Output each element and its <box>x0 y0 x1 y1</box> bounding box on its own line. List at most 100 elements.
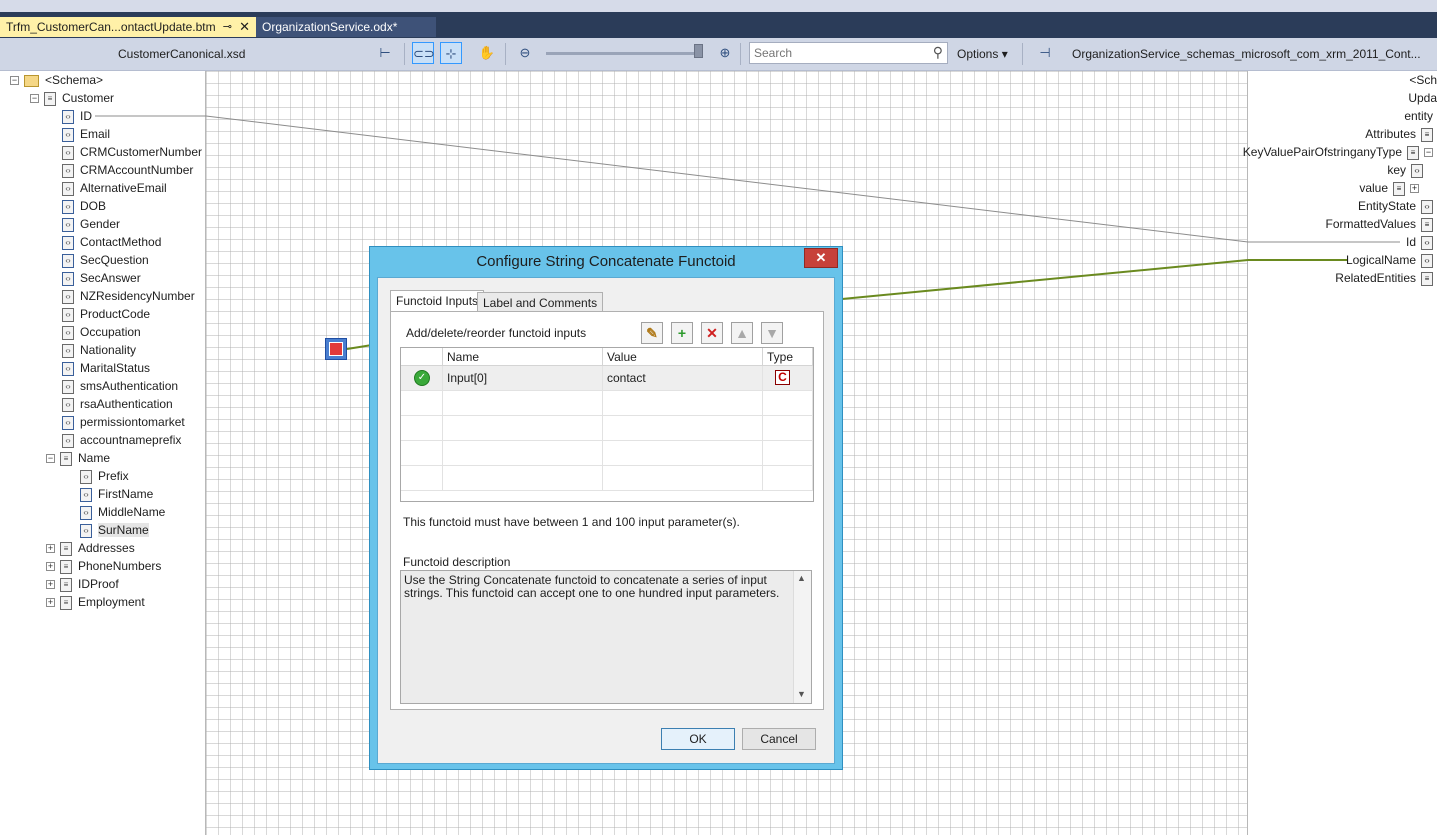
destination-tree-node[interactable]: KeyValuePairOfstringanyType ≡ − <box>1243 143 1433 161</box>
source-tree-node[interactable]: ‹› NZResidencyNumber <box>62 287 195 305</box>
source-tree-node[interactable]: ‹› smsAuthentication <box>62 377 178 395</box>
zoom-in-icon[interactable]: ⊕ <box>714 42 736 64</box>
search-icon[interactable]: ⚲ <box>933 44 943 61</box>
destination-tree-node[interactable]: RelatedEntities ≡ <box>1335 269 1433 287</box>
source-tree-node[interactable]: ‹› ProductCode <box>62 305 150 323</box>
source-tree-node[interactable]: + ≡ PhoneNumbers <box>46 557 161 575</box>
expand-icon[interactable]: + <box>46 544 55 554</box>
record-icon: ≡ <box>1421 127 1433 142</box>
source-tree-node[interactable]: ‹› AlternativeEmail <box>62 179 167 197</box>
destination-tree-node[interactable]: <Sch <box>1409 71 1437 89</box>
pan-hand-icon[interactable]: ✋ <box>476 42 498 64</box>
collapse-icon[interactable]: − <box>30 94 39 104</box>
expand-icon[interactable]: + <box>1410 184 1419 194</box>
options-dropdown[interactable]: Options ▾ <box>957 47 1008 61</box>
collapse-icon[interactable]: − <box>1424 148 1433 158</box>
tab-map-file[interactable]: Trfm_CustomerCan...ontactUpdate.btm ⊸ ✕ <box>0 17 256 37</box>
destination-tree-label: FormattedValues <box>1325 217 1417 231</box>
source-tree-node[interactable]: ‹› SurName <box>80 521 149 539</box>
destination-tree-node[interactable]: EntityState ‹› <box>1358 197 1433 215</box>
destination-tree-node[interactable]: Upda <box>1408 89 1437 107</box>
record-icon: ≡ <box>60 595 72 610</box>
source-tree-node[interactable]: ‹› accountnameprefix <box>62 431 181 449</box>
source-tree-node[interactable]: ‹› ContactMethod <box>62 233 161 251</box>
source-tree-node[interactable]: ‹› Gender <box>62 215 120 233</box>
source-tree-node[interactable]: ‹› rsaAuthentication <box>62 395 173 413</box>
zoom-out-icon[interactable]: ⊖ <box>514 42 536 64</box>
source-tree-node[interactable]: ‹› SecQuestion <box>62 251 149 269</box>
string-concatenate-functoid[interactable] <box>325 338 347 360</box>
scroll-down-icon[interactable]: ▼ <box>797 689 806 699</box>
zoom-slider-track[interactable] <box>546 52 702 55</box>
tab-orchestration[interactable]: OrganizationService.odx* <box>256 17 436 37</box>
source-tree-node[interactable]: ‹› Prefix <box>80 467 129 485</box>
search-box[interactable]: ⚲ <box>749 42 948 64</box>
source-tree-node[interactable]: − ≡ Customer <box>30 89 114 107</box>
source-tree-node[interactable]: ‹› Nationality <box>62 341 136 359</box>
link-view-icon[interactable]: ⊂⊃ <box>412 42 435 64</box>
quick-access-strip <box>0 0 1437 12</box>
move-down-icon[interactable]: ▼ <box>761 322 783 344</box>
tab-functoid-inputs[interactable]: Functoid Inputs <box>390 290 485 312</box>
destination-tree-node[interactable]: Id ‹› <box>1406 233 1433 251</box>
destination-tree-node[interactable]: key ‹› <box>1387 161 1423 179</box>
cancel-button[interactable]: Cancel <box>742 728 816 750</box>
source-tree-node[interactable]: ‹› DOB <box>62 197 106 215</box>
move-up-icon[interactable]: ▲ <box>731 322 753 344</box>
collapse-icon[interactable]: − <box>10 76 19 86</box>
close-tab-icon[interactable]: ✕ <box>239 17 250 37</box>
field-link-icon: ‹› <box>62 253 74 268</box>
add-input-icon[interactable]: + <box>671 322 693 344</box>
dialog-close-button[interactable]: ✕ <box>804 248 838 268</box>
source-tree-label: Employment <box>78 595 145 609</box>
autoscroll-icon[interactable]: ⊹ <box>440 42 462 64</box>
scroll-up-icon[interactable]: ▲ <box>797 573 806 583</box>
table-row[interactable]: ✓ Input[0] contact C <box>401 366 813 391</box>
source-tree-node[interactable]: ‹› Email <box>62 125 110 143</box>
source-tree-node[interactable]: ‹› MiddleName <box>80 503 165 521</box>
zoom-slider-thumb[interactable] <box>694 44 703 58</box>
description-text: Use the String Concatenate functoid to c… <box>404 573 780 600</box>
source-tree-label: accountnameprefix <box>80 433 182 447</box>
search-input[interactable] <box>754 45 924 61</box>
destination-tree-label: entity <box>1404 109 1433 123</box>
input-type-cell[interactable]: C <box>763 366 813 390</box>
relevance-tree-icon[interactable]: ⊢ <box>374 42 396 64</box>
destination-tree-node[interactable]: FormattedValues ≡ <box>1325 215 1433 233</box>
destination-tree-node[interactable]: value ≡ + <box>1359 179 1419 197</box>
source-tree-node[interactable]: ‹› CRMAccountNumber <box>62 161 193 179</box>
collapse-icon[interactable]: − <box>46 454 55 464</box>
ok-button[interactable]: OK <box>661 728 735 750</box>
expand-icon[interactable]: + <box>46 598 55 608</box>
destination-tree-node[interactable]: LogicalName ‹› <box>1346 251 1433 269</box>
destination-tree-node[interactable]: entity <box>1404 107 1433 125</box>
input-name-cell[interactable]: Input[0] <box>443 366 603 390</box>
field-icon: ‹› <box>1411 163 1423 178</box>
input-value-cell[interactable]: contact <box>603 366 763 390</box>
source-tree-node[interactable]: ‹› Occupation <box>62 323 141 341</box>
source-tree-node[interactable]: ‹› CRMCustomerNumber <box>62 143 202 161</box>
source-tree-label: <Schema> <box>45 73 104 87</box>
delete-input-icon[interactable]: ✕ <box>701 322 723 344</box>
expand-icon[interactable]: + <box>46 562 55 572</box>
source-tree-node[interactable]: ‹› FirstName <box>80 485 153 503</box>
relevance-tree-dest-icon[interactable]: ⊣ <box>1034 42 1056 64</box>
source-tree-node[interactable]: + ≡ Employment <box>46 593 145 611</box>
description-scrollbar[interactable]: ▲ ▼ <box>793 571 811 703</box>
source-tree-node[interactable]: ‹› ID <box>62 107 92 125</box>
source-tree-node[interactable]: − <Schema> <box>10 71 103 89</box>
destination-tree-node[interactable]: Attributes ≡ <box>1365 125 1433 143</box>
source-tree-node[interactable]: ‹› SecAnswer <box>62 269 141 287</box>
pin-icon[interactable]: ⊸ <box>223 17 232 37</box>
source-tree-node[interactable]: + ≡ Addresses <box>46 539 135 557</box>
source-tree-label: IDProof <box>78 577 119 591</box>
description-box[interactable]: Use the String Concatenate functoid to c… <box>400 570 812 704</box>
source-tree-node[interactable]: ‹› permissiontomarket <box>62 413 185 431</box>
source-tree-node[interactable]: ‹› MaritalStatus <box>62 359 150 377</box>
edit-pencil-icon[interactable]: ✎ <box>641 322 663 344</box>
source-tree-node[interactable]: − ≡ Name <box>46 449 110 467</box>
expand-icon[interactable]: + <box>46 580 55 590</box>
source-tree-node[interactable]: + ≡ IDProof <box>46 575 119 593</box>
source-tree-label: rsaAuthentication <box>80 397 173 411</box>
tab-label-and-comments[interactable]: Label and Comments <box>477 292 604 313</box>
